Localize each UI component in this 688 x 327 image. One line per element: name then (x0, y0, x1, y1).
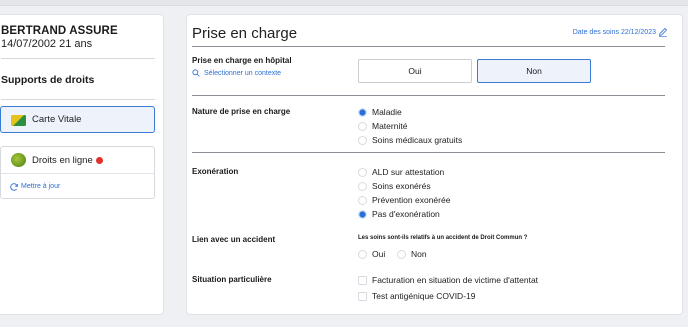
supports-title: Supports de droits (1, 74, 95, 86)
radio-label: Maladie (372, 107, 402, 117)
date-soins-link[interactable]: Date des soins 22/12/2023 (573, 29, 656, 36)
droits-en-ligne-icon (11, 153, 26, 167)
divider (1, 58, 155, 59)
radio-checked-icon (358, 108, 367, 117)
droits-en-ligne-card: Droits en ligne Mettre à jour (0, 146, 155, 199)
search-icon (192, 69, 200, 77)
pencil-icon[interactable] (658, 27, 668, 37)
radio-icon (358, 168, 367, 177)
hospital-label: Prise en charge en hôpital (192, 56, 292, 65)
divider (192, 95, 665, 96)
radio-label: Oui (372, 249, 386, 259)
radio-icon (358, 122, 367, 131)
radio-label: Soins médicaux gratuits (372, 135, 463, 145)
carte-vitale-icon (11, 115, 26, 126)
divider (1, 99, 155, 100)
radio-icon (397, 250, 406, 259)
patient-dob-age: 14/07/2002 21 ans (1, 38, 93, 50)
hospital-oui-button[interactable]: Oui (358, 59, 472, 83)
prise-en-charge-panel: Prise en charge Date des soins 22/12/202… (186, 14, 683, 315)
status-dot-icon (96, 157, 103, 164)
patient-name: BERTRAND ASSURE (1, 25, 118, 37)
situation-label: Situation particulière (192, 275, 272, 284)
checkbox-label: Test antigénique COVID-19 (372, 291, 476, 301)
radio-label: Maternité (372, 121, 408, 131)
radio-label: Soins exonérés (372, 181, 431, 191)
droits-en-ligne-label: Droits en ligne (32, 155, 93, 166)
accident-label: Lien avec un accident (192, 235, 276, 244)
carte-vitale-button[interactable]: Carte Vitale (0, 106, 155, 133)
checkbox-icon (358, 276, 367, 285)
top-strip (0, 0, 688, 6)
carte-vitale-label: Carte Vitale (32, 114, 82, 125)
nature-label: Nature de prise en charge (192, 107, 291, 116)
select-context-link[interactable]: Sélectionner un contexte (204, 70, 281, 77)
mettre-a-jour-link[interactable]: Mettre à jour (1, 174, 101, 198)
radio-label: Non (411, 249, 427, 259)
radio-icon (358, 136, 367, 145)
refresh-icon (10, 183, 19, 191)
radio-checked-icon (358, 210, 367, 219)
hospital-non-button[interactable]: Non (477, 59, 591, 83)
exoneration-label: Exonération (192, 167, 239, 176)
radio-label: Prévention exonérée (372, 195, 451, 205)
page-title: Prise en charge (192, 25, 298, 42)
divider (192, 46, 665, 47)
patient-panel: BERTRAND ASSURE 14/07/2002 21 ans Suppor… (0, 14, 164, 315)
mettre-a-jour-label: Mettre à jour (21, 183, 61, 190)
radio-icon (358, 250, 367, 259)
radio-label: ALD sur attestation (372, 167, 445, 177)
checkbox-icon (358, 292, 367, 301)
checkbox-label: Facturation en situation de victime d'at… (372, 275, 539, 285)
accident-question: Les soins sont-ils relatifs à un acciden… (358, 235, 528, 241)
radio-label: Pas d'exonération (372, 209, 440, 219)
divider (192, 152, 665, 153)
radio-icon (358, 196, 367, 205)
droits-en-ligne-button[interactable]: Droits en ligne (1, 147, 154, 173)
radio-icon (358, 182, 367, 191)
